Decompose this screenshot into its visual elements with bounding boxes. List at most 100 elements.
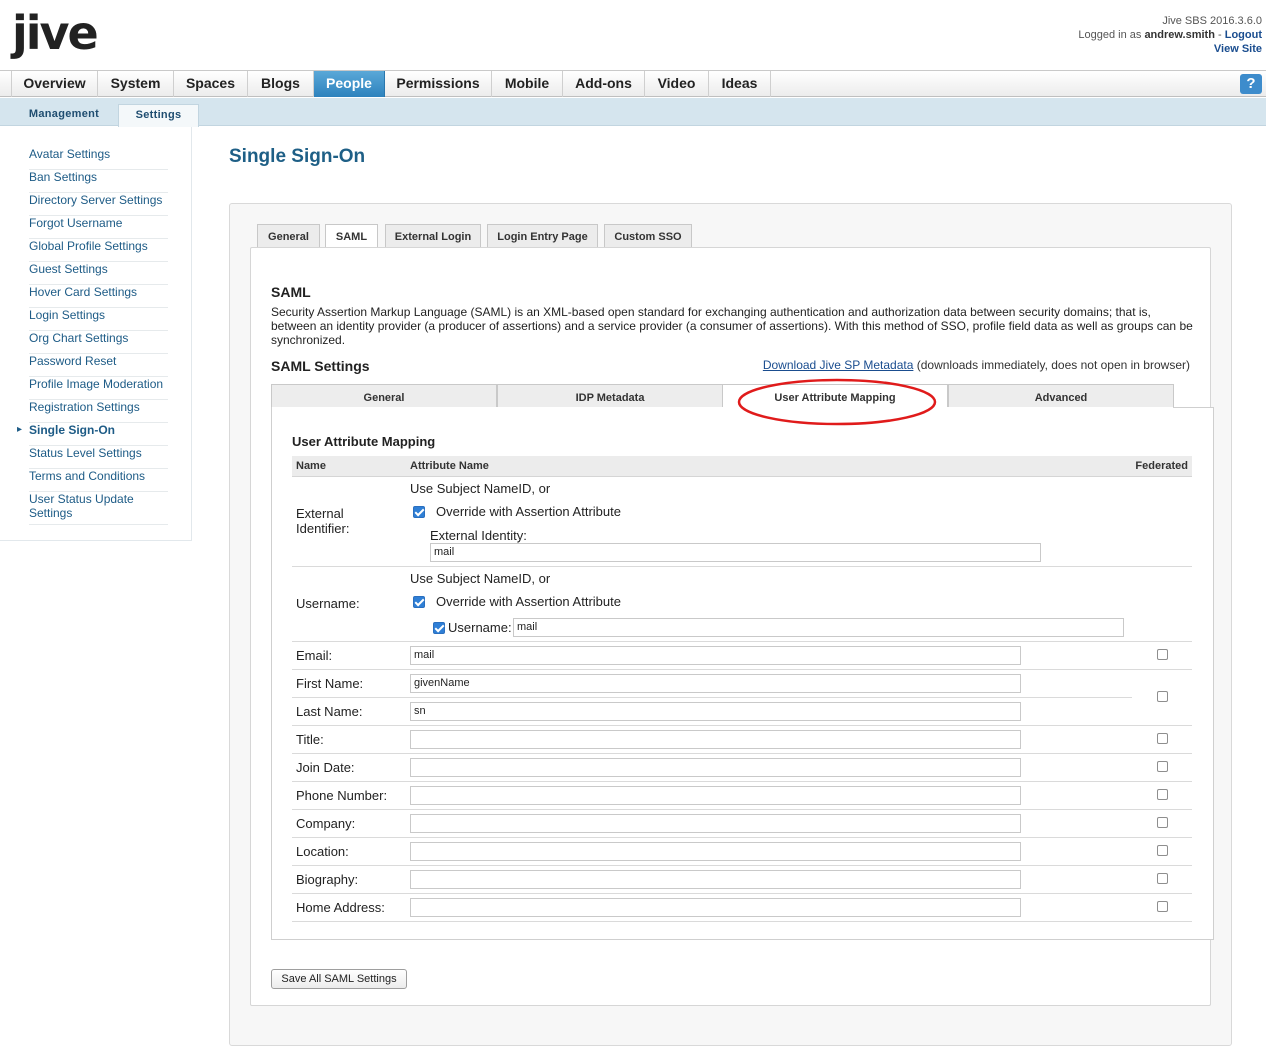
title-federated-checkbox[interactable] (1157, 733, 1168, 744)
join-date-input[interactable] (410, 758, 1021, 777)
join-date-label: Join Date: (296, 760, 355, 775)
tab-permissions[interactable]: Permissions (385, 71, 492, 97)
sso-tab-external-login[interactable]: External Login (385, 224, 481, 248)
row-divider (292, 725, 1192, 726)
sidebar-item-registration-settings[interactable]: Registration Settings (29, 400, 168, 423)
home-address-federated-checkbox[interactable] (1157, 901, 1168, 912)
title-label: Title: (296, 732, 324, 747)
download-note: (downloads immediately, does not open in… (916, 358, 1190, 372)
subtab-management[interactable]: Management (14, 104, 114, 126)
biography-input[interactable] (410, 870, 1021, 889)
sidebar-item-directory-server-settings[interactable]: Directory Server Settings (29, 193, 168, 216)
sidebar-item-org-chart-settings[interactable]: Org Chart Settings (29, 331, 168, 354)
location-input[interactable] (410, 842, 1021, 861)
tab-ideas[interactable]: Ideas (709, 71, 771, 97)
help-icon[interactable]: ? (1240, 74, 1262, 94)
row-divider (292, 669, 1192, 670)
tab-spaces[interactable]: Spaces (174, 71, 248, 97)
download-metadata-link[interactable]: Download Jive SP Metadata (763, 358, 914, 372)
name-federated-checkbox[interactable] (1157, 691, 1168, 702)
sidebar-item-global-profile-settings[interactable]: Global Profile Settings (29, 239, 168, 262)
tab-mobile[interactable]: Mobile (492, 71, 563, 97)
subtab-settings[interactable]: Settings (118, 104, 199, 127)
saml-heading: SAML (271, 284, 311, 300)
biography-federated-checkbox[interactable] (1157, 873, 1168, 884)
username-override-checkbox[interactable] (413, 596, 425, 608)
last-name-input[interactable]: sn (410, 702, 1021, 721)
saml-tab-idp-metadata[interactable]: IDP Metadata (497, 384, 723, 408)
highlight-ellipse (737, 378, 937, 426)
sso-tab-login-entry-page[interactable]: Login Entry Page (487, 224, 598, 248)
username-field-label: Username: (448, 620, 512, 635)
phone-number-input[interactable] (410, 786, 1021, 805)
title-input[interactable] (410, 730, 1021, 749)
external-subject-nameid: Use Subject NameID, or (410, 481, 551, 496)
phone-number-federated-checkbox[interactable] (1157, 789, 1168, 800)
company-input[interactable] (410, 814, 1021, 833)
row-divider (292, 641, 1192, 642)
external-identity-input[interactable]: mail (430, 543, 1041, 562)
last-name-label: Last Name: (296, 704, 363, 719)
external-override-label: Override with Assertion Attribute (436, 504, 621, 519)
tab-overview[interactable]: Overview (11, 71, 98, 97)
email-label: Email: (296, 648, 333, 663)
sidebar-item-terms-and-conditions[interactable]: Terms and Conditions (29, 469, 168, 492)
download-metadata: Download Jive SP Metadata (downloads imm… (763, 358, 1190, 372)
view-site-link[interactable]: View Site (1214, 43, 1262, 55)
sidebar-item-hover-card-settings[interactable]: Hover Card Settings (29, 285, 168, 308)
company-federated-checkbox[interactable] (1157, 817, 1168, 828)
col-attribute-name: Attribute Name (410, 460, 489, 472)
location-label: Location: (296, 844, 349, 859)
logged-in-prefix: Logged in as (1078, 29, 1142, 41)
sidebar-item-profile-image-moderation[interactable]: Profile Image Moderation (29, 377, 168, 400)
row-divider (292, 837, 1192, 838)
biography-label: Biography: (296, 872, 359, 887)
sidebar-item-user-status-update-settings[interactable]: User Status Update Settings (29, 492, 168, 525)
row-divider (292, 781, 1192, 782)
row-divider (292, 893, 1192, 894)
username-label: Username: (296, 596, 360, 611)
sidebar-item-login-settings[interactable]: Login Settings (29, 308, 168, 331)
sso-tab-general[interactable]: General (257, 224, 320, 248)
page-title: Single Sign-On (229, 146, 366, 167)
sub-nav: Management Settings (0, 98, 1266, 127)
sso-tab-custom-sso[interactable]: Custom SSO (604, 224, 692, 248)
save-all-saml-settings-button[interactable]: Save All SAML Settings (271, 969, 407, 989)
sidebar-item-guest-settings[interactable]: Guest Settings (29, 262, 168, 285)
join-date-federated-checkbox[interactable] (1157, 761, 1168, 772)
location-federated-checkbox[interactable] (1157, 845, 1168, 856)
username-attribute-input[interactable]: mail (513, 618, 1124, 637)
sidebar-item-avatar-settings[interactable]: Avatar Settings (29, 147, 168, 170)
username-field-checkbox[interactable] (433, 622, 445, 634)
tab-system[interactable]: System (98, 71, 174, 97)
sso-tab-saml[interactable]: SAML (325, 224, 378, 249)
email-federated-checkbox[interactable] (1157, 649, 1168, 660)
tab-blogs[interactable]: Blogs (248, 71, 314, 97)
sidebar-item-forgot-username[interactable]: Forgot Username (29, 216, 168, 239)
home-address-input[interactable] (410, 898, 1021, 917)
sidebar-item-ban-settings[interactable]: Ban Settings (29, 170, 168, 193)
saml-tab-advanced[interactable]: Advanced (948, 384, 1174, 408)
tab-add-ons[interactable]: Add-ons (563, 71, 645, 97)
header-user-info: Jive SBS 2016.3.6.0 Logged in as andrew.… (1078, 14, 1262, 56)
first-name-input[interactable]: givenName (410, 674, 1021, 693)
sidebar-item-status-level-settings[interactable]: Status Level Settings (29, 446, 168, 469)
saml-description: Security Assertion Markup Language (SAML… (271, 305, 1193, 347)
version-text: Jive SBS 2016.3.6.0 (1162, 15, 1262, 27)
tab-people[interactable]: People (314, 71, 385, 97)
logout-link[interactable]: Logout (1225, 29, 1262, 41)
main-nav: Overview System Spaces Blogs People Perm… (0, 70, 1266, 97)
active-caret-icon: ▸ (17, 424, 23, 435)
row-divider (292, 865, 1192, 866)
row-divider (292, 753, 1192, 754)
saml-tab-general[interactable]: General (271, 384, 497, 408)
col-federated: Federated (1135, 460, 1188, 472)
logged-in-line: Logged in as andrew.smith - Logout (1078, 28, 1262, 42)
email-input[interactable]: mail (410, 646, 1021, 665)
home-address-label: Home Address: (296, 900, 385, 915)
sidebar-item-single-sign-on[interactable]: Single Sign-On (29, 423, 168, 446)
external-override-checkbox[interactable] (413, 506, 425, 518)
sidebar-item-password-reset[interactable]: Password Reset (29, 354, 168, 377)
tab-video[interactable]: Video (645, 71, 709, 97)
username-subject-nameid: Use Subject NameID, or (410, 571, 551, 586)
